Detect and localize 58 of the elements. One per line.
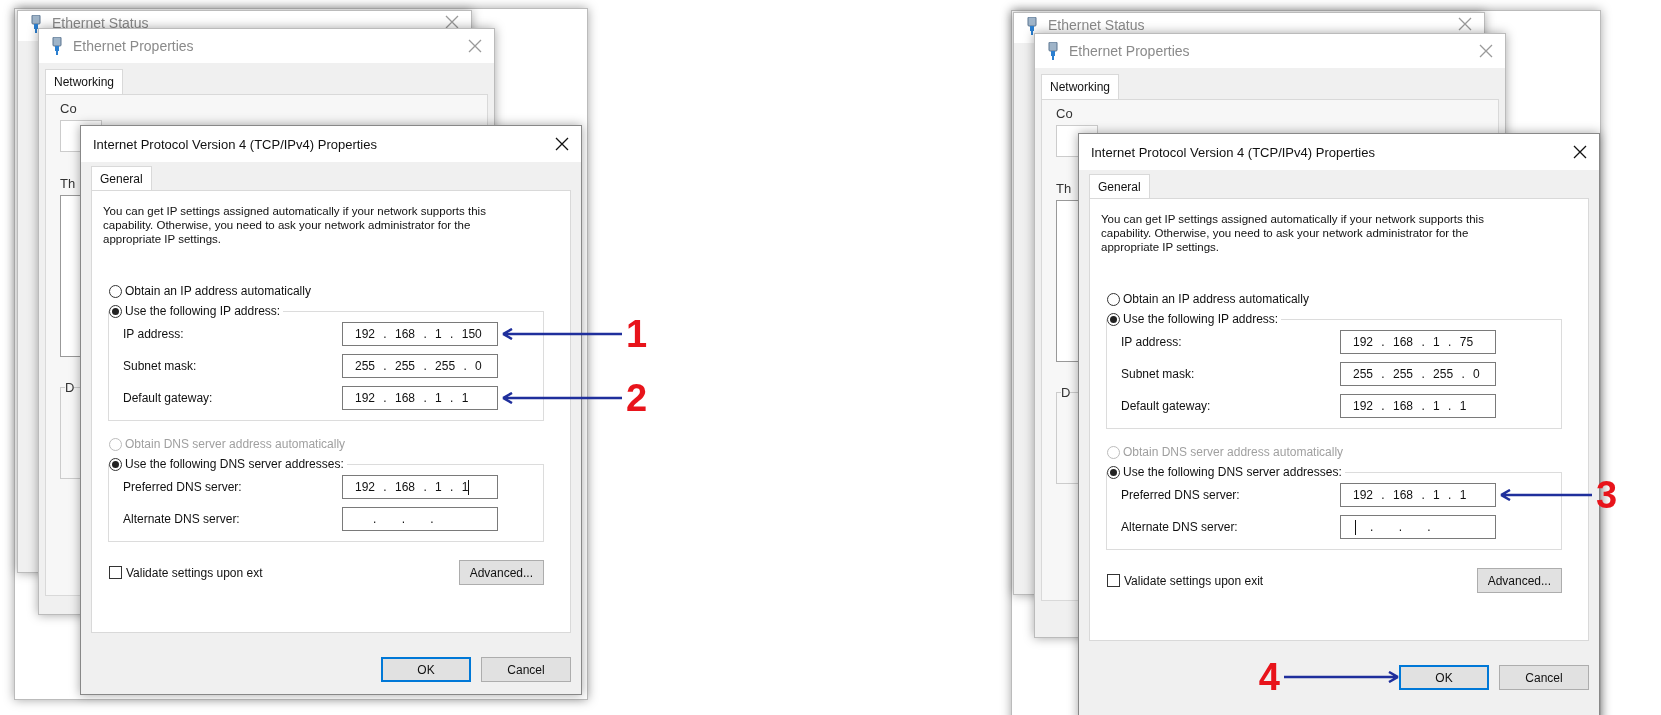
window-title: Ethernet Properties bbox=[1069, 43, 1191, 59]
field-label: Alternate DNS server: bbox=[1121, 520, 1239, 534]
checkbox-option[interactable]: Validate settings upon exit bbox=[1107, 573, 1264, 588]
field-label: Alternate DNS server: bbox=[123, 512, 241, 526]
ip-address-field[interactable]: . . . bbox=[1340, 515, 1496, 539]
advanced-button[interactable]: Advanced... bbox=[458, 560, 544, 585]
ip-address-field[interactable]: 192 . 168 . 1 . 1 bbox=[342, 475, 498, 499]
tab[interactable]: Networking bbox=[1041, 74, 1120, 99]
plug-icon bbox=[51, 37, 63, 55]
checkbox-option[interactable]: Validate settings upon ext bbox=[109, 565, 263, 580]
ip-address-field[interactable]: 255 . 255 . 255 . 0 bbox=[1340, 362, 1496, 386]
field-label: Default gateway: bbox=[123, 391, 214, 405]
window-title: Ethernet Status bbox=[52, 15, 150, 31]
dialog-button[interactable]: Cancel bbox=[1499, 665, 1589, 690]
dialog-button[interactable]: OK bbox=[381, 657, 471, 682]
window-title: Ethernet Properties bbox=[73, 38, 195, 54]
description-text: You can get IP settings assigned automatically if your network supports this capability. Otherwise, you need to ask your network administrator for the appropriate IP settings. bbox=[103, 204, 487, 246]
ip-address-field[interactable]: . . . bbox=[342, 507, 498, 531]
field-label: Subnet mask: bbox=[123, 359, 198, 373]
description-text: You can get IP settings assigned automatically if your network supports this capability. Otherwise, you need to ask your network administrator for the appropriate IP settings. bbox=[1101, 212, 1485, 254]
ip-address-field[interactable]: 192 . 168 . 1 . 1 bbox=[1340, 394, 1496, 418]
advanced-button[interactable]: Advanced... bbox=[1476, 568, 1562, 593]
ip-address-field[interactable]: 192 . 168 . 1 . 75 bbox=[1340, 330, 1496, 354]
window-title: Internet Protocol Version 4 (TCP/IPv4) Properties bbox=[93, 136, 378, 152]
group-label: D bbox=[1061, 385, 1071, 400]
field-label: Th bbox=[60, 176, 76, 191]
tab[interactable]: General bbox=[1089, 174, 1150, 198]
step-number: 1 bbox=[626, 312, 648, 356]
group-label: D bbox=[65, 380, 75, 395]
tab[interactable]: Networking bbox=[45, 69, 124, 94]
step-number: 2 bbox=[626, 376, 648, 420]
tab[interactable]: General bbox=[91, 166, 152, 190]
ip-address-field[interactable]: 255 . 255 . 255 . 0 bbox=[342, 354, 498, 378]
dialog-button[interactable]: Cancel bbox=[481, 657, 571, 682]
field-label: Default gateway: bbox=[1121, 399, 1212, 413]
field-label: Th bbox=[1056, 181, 1072, 196]
ip-address-field[interactable]: 192 . 168 . 1 . 150 bbox=[342, 322, 498, 346]
field-label: IP address: bbox=[123, 327, 185, 341]
field-label: IP address: bbox=[1121, 335, 1183, 349]
field-label: Co bbox=[60, 101, 77, 116]
step-number: 4 bbox=[1258, 655, 1280, 699]
field-label: Subnet mask: bbox=[1121, 367, 1196, 381]
close-icon[interactable] bbox=[1573, 145, 1587, 159]
field-label: Preferred DNS server: bbox=[123, 480, 243, 494]
close-icon[interactable] bbox=[555, 137, 569, 151]
field-label: Preferred DNS server: bbox=[1121, 488, 1241, 502]
radio-option[interactable]: Obtain an IP address automatically bbox=[109, 284, 314, 298]
plug-icon bbox=[1047, 42, 1059, 60]
ip-address-field[interactable]: 192 . 168 . 1 . 1 bbox=[342, 386, 498, 410]
step-number: 3 bbox=[1596, 473, 1618, 517]
field-label: Co bbox=[1056, 106, 1073, 121]
ip-address-field[interactable]: 192 . 168 . 1 . 1 bbox=[1340, 483, 1496, 507]
dialog-button[interactable]: OK bbox=[1399, 665, 1489, 690]
window-title: Ethernet Status bbox=[1048, 17, 1146, 33]
plug-icon bbox=[1026, 17, 1038, 35]
radio-option[interactable]: Obtain an IP address automatically bbox=[1107, 292, 1312, 306]
window-title: Internet Protocol Version 4 (TCP/IPv4) Properties bbox=[1091, 144, 1376, 160]
plug-icon bbox=[30, 15, 42, 33]
